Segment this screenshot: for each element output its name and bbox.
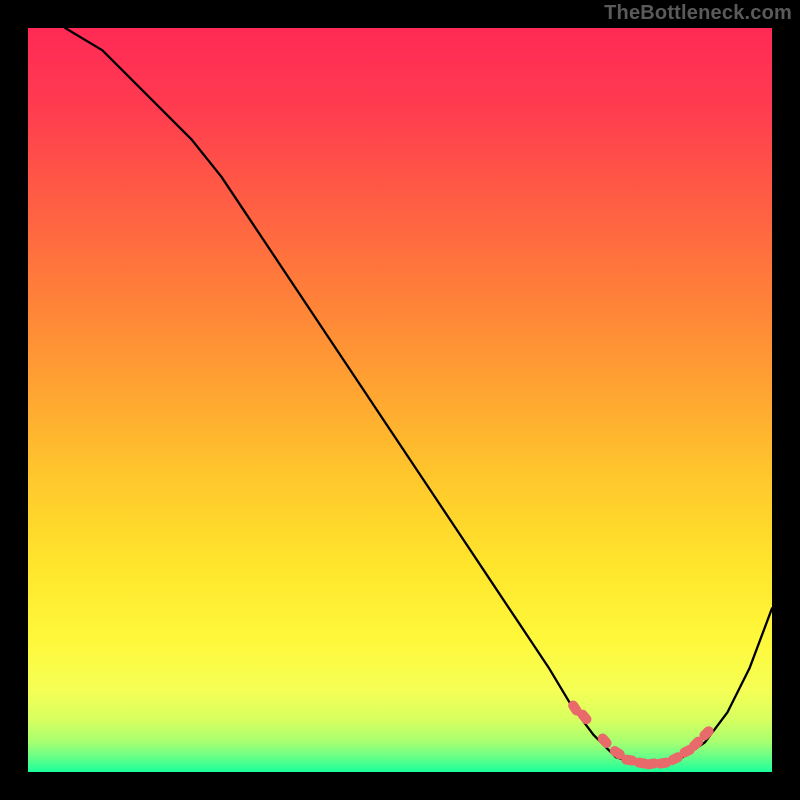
chart-container: TheBottleneck.com [0, 0, 800, 800]
gradient-background [28, 28, 772, 772]
watermark-text: TheBottleneck.com [604, 2, 792, 25]
bottleneck-chart [28, 28, 772, 772]
plot-area [28, 28, 772, 772]
